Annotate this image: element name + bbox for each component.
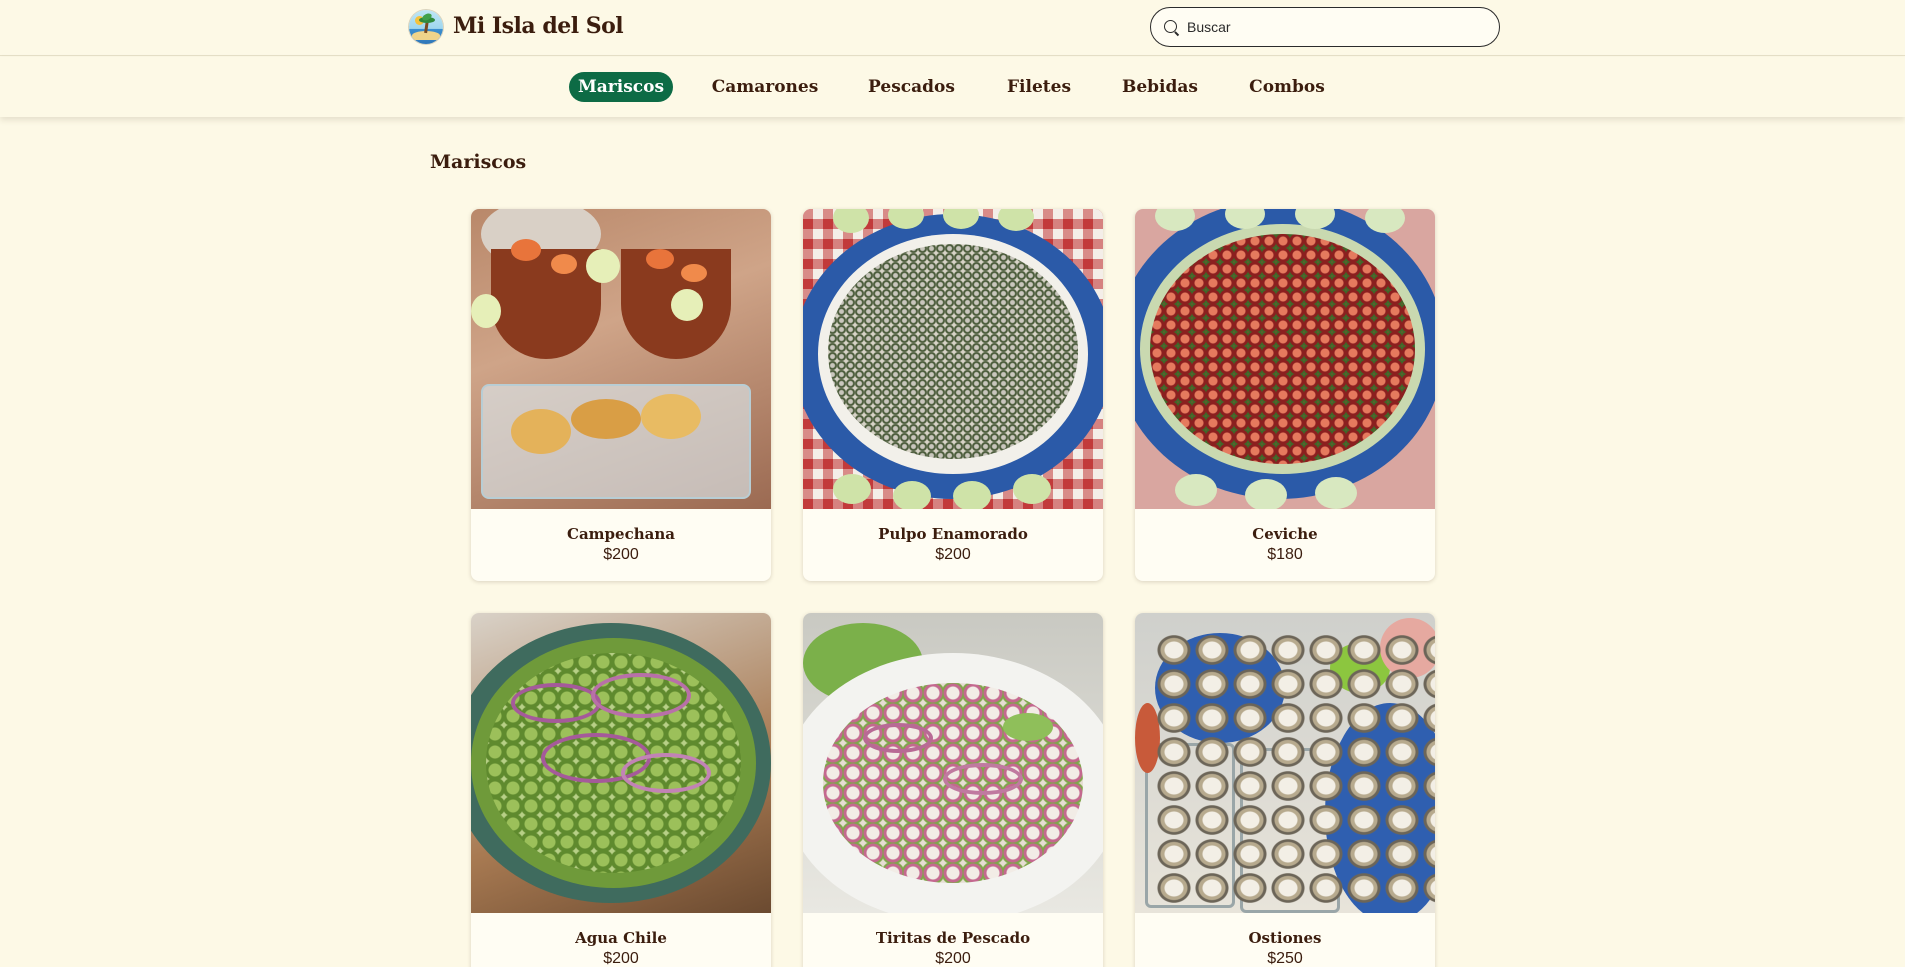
- brand-logo-icon[interactable]: [409, 10, 443, 44]
- item-name: Campechana: [567, 525, 675, 543]
- item-price: $180: [1267, 546, 1303, 563]
- item-name: Ceviche: [1252, 525, 1318, 543]
- search-icon: [1164, 20, 1180, 36]
- menu-item-card[interactable]: Tiritas de Pescado $200: [803, 613, 1103, 967]
- agua-chile-photo: [471, 613, 771, 913]
- item-price: $200: [603, 950, 639, 967]
- item-price: $250: [1267, 950, 1303, 967]
- item-name: Tiritas de Pescado: [875, 929, 1031, 947]
- tab-mariscos[interactable]: Mariscos: [569, 72, 673, 102]
- menu-item-card[interactable]: Ostiones $250: [1135, 613, 1435, 967]
- tab-camarones[interactable]: Camarones: [711, 72, 819, 102]
- category-nav: Mariscos Camarones Pescados Filetes Bebi…: [0, 57, 1905, 117]
- pulpo-enamorado-photo: [803, 209, 1103, 509]
- search-box[interactable]: [1150, 7, 1500, 47]
- item-name: Agua Chile: [575, 929, 667, 947]
- campechana-photo: [471, 209, 771, 509]
- top-header: Mi Isla del Sol: [0, 0, 1905, 56]
- search-input[interactable]: [1187, 16, 1487, 38]
- item-price: $200: [935, 546, 971, 563]
- menu-item-card[interactable]: Pulpo Enamorado $200: [803, 209, 1103, 581]
- item-price: $200: [603, 546, 639, 563]
- item-name: Pulpo Enamorado: [878, 525, 1028, 543]
- brand-name[interactable]: Mi Isla del Sol: [453, 13, 624, 39]
- tiritas-de-pescado-photo: [803, 613, 1103, 913]
- menu-item-card[interactable]: Ceviche $180: [1135, 209, 1435, 581]
- section-title: Mariscos: [430, 151, 527, 173]
- tab-filetes[interactable]: Filetes: [1004, 72, 1074, 102]
- menu-item-card[interactable]: Agua Chile $200: [471, 613, 771, 967]
- ceviche-photo: [1135, 209, 1435, 509]
- tab-combos[interactable]: Combos: [1246, 72, 1328, 102]
- item-name: Ostiones: [1248, 929, 1322, 947]
- tab-bebidas[interactable]: Bebidas: [1121, 72, 1199, 102]
- menu-item-card[interactable]: Campechana $200: [471, 209, 771, 581]
- ostiones-photo: [1135, 613, 1435, 913]
- tab-pescados[interactable]: Pescados: [864, 72, 959, 102]
- item-price: $200: [935, 950, 971, 967]
